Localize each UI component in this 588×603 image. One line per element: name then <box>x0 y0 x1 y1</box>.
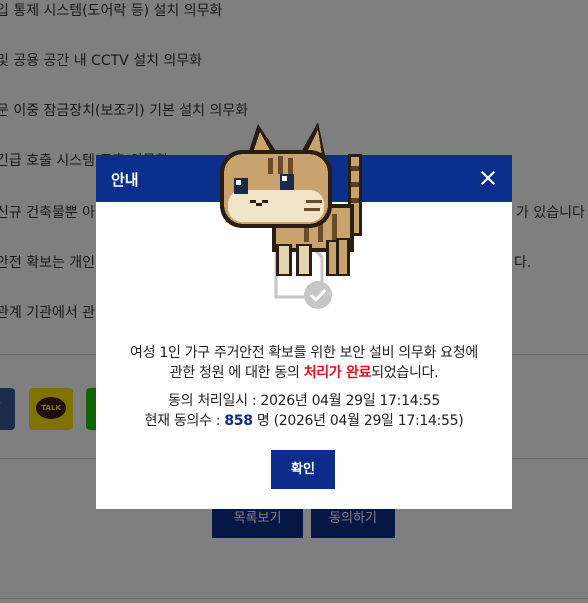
message-line-2a: 관한 청원 에 대한 동의 <box>169 365 304 381</box>
processed-datetime: 2026년 04월 29일 17:14:55 <box>260 393 440 409</box>
pixel-cat-mascot <box>220 122 362 276</box>
count-suffix: 명 (2026년 04월 29일 17:14:55) <box>252 413 464 429</box>
agree-count: 858 <box>224 413 253 429</box>
message-line-2b: 되었습니다. <box>371 365 439 381</box>
message-line-1: 여성 1인 가구 주거안전 확보를 위한 보안 설비 의무화 요청에 <box>130 345 478 361</box>
message-highlight: 처리가 완료 <box>303 365 372 381</box>
processed-label: 동의 처리일시 : <box>168 393 261 409</box>
confirm-button[interactable]: 확인 <box>271 450 335 489</box>
close-icon[interactable] <box>474 164 502 192</box>
agreement-info: 동의 처리일시 : 2026년 04월 29일 17:14:55 현재 동의수 … <box>106 391 502 431</box>
count-label: 현재 동의수 : <box>144 413 225 429</box>
dialog-message: 여성 1인 가구 주거안전 확보를 위한 보안 설비 의무화 요청에 관한 청원… <box>106 343 502 383</box>
dialog-title: 안내 <box>111 171 139 189</box>
